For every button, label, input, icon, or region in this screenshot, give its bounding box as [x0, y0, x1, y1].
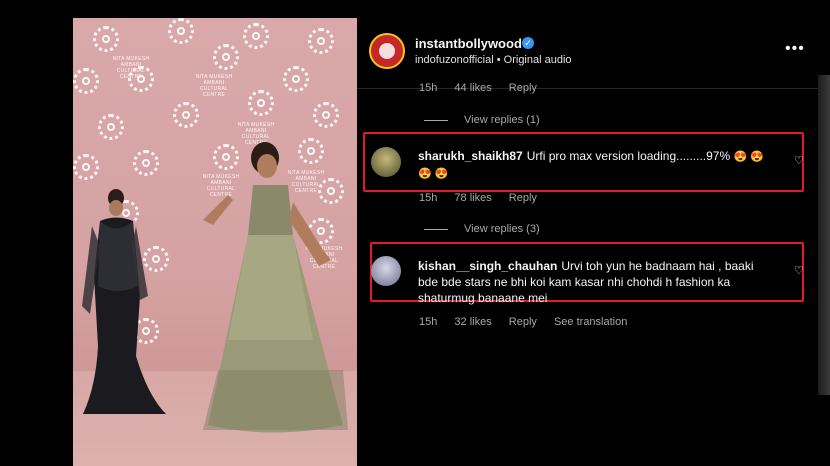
backdrop-logo-icon [283, 66, 309, 92]
comment-body: sharukh_shaikh87 Urfi pro max version loa… [418, 148, 788, 182]
comment-text: Urfi pro max version loading.........97% [526, 149, 731, 163]
reply-button[interactable]: Reply [509, 82, 537, 94]
post-header: instantbollywood ✓ indofuzonofficial • O… [357, 18, 822, 89]
comment-likes[interactable]: 44 likes [454, 82, 491, 94]
comment-meta: 15h 32 likes Reply See translation [419, 316, 641, 328]
reply-button[interactable]: Reply [509, 316, 537, 328]
comment-time: 15h [419, 82, 438, 94]
post-username[interactable]: instantbollywood [415, 36, 522, 51]
backdrop-venue-text: NITA MUKESH AMBANI CULTURAL CENTRE [112, 56, 150, 80]
person-black-gown [82, 189, 166, 414]
comment-time: 15h [419, 192, 438, 204]
view-replies-button[interactable]: View replies (3) [424, 223, 540, 235]
emoji-text: 😍 😍 [733, 151, 764, 163]
backdrop-logo-icon [173, 102, 199, 128]
comment-body: kishan__singh_chauhan Urvi toh yun he bad… [418, 258, 793, 306]
like-heart-icon[interactable]: ♡ [794, 264, 804, 277]
backdrop-logo-icon [73, 68, 99, 94]
view-replies-button[interactable]: View replies (1) [424, 114, 540, 126]
comment-text: bde bde stars ne bhi koi kam kasar nhi c… [418, 275, 731, 289]
comment-time: 15h [419, 316, 438, 328]
comment-username[interactable]: kishan__singh_chauhan [418, 259, 557, 273]
backdrop-logo-icon [133, 150, 159, 176]
reply-button[interactable]: Reply [509, 192, 537, 204]
backdrop-logo-icon [313, 102, 339, 128]
backdrop-logo-icon [93, 26, 119, 52]
background-page-edge [818, 75, 830, 395]
backdrop-logo-icon [243, 23, 269, 49]
view-replies-label: View replies (1) [464, 114, 540, 126]
comment-meta: 15h 44 likes Reply [419, 82, 551, 94]
emoji-text: 😍 😍 [418, 168, 449, 180]
divider-line [424, 119, 448, 121]
view-replies-label: View replies (3) [464, 223, 540, 235]
comment-text: Urvi toh yun he badnaam hai , baaki [561, 259, 754, 273]
commenter-avatar[interactable] [371, 147, 401, 177]
backdrop-venue-text: NITA MUKESH AMBANI CULTURAL CENTRE [195, 74, 233, 98]
comment-text: shaturmug banaane mei [418, 291, 548, 305]
see-translation-link[interactable]: See translation [554, 316, 627, 328]
more-options-icon[interactable]: ••• [785, 40, 805, 58]
backdrop-logo-icon [248, 90, 274, 116]
post-media-image[interactable]: NITA MUKESH AMBANI CULTURAL CENTRE NITA … [73, 18, 357, 466]
backdrop-logo-icon [168, 18, 194, 44]
profile-avatar[interactable] [369, 33, 405, 69]
audio-attribution[interactable]: indofuzonofficial • Original audio [415, 54, 572, 66]
comment-likes[interactable]: 78 likes [454, 192, 491, 204]
comment-username[interactable]: sharukh_shaikh87 [418, 149, 523, 163]
comment-likes[interactable]: 32 likes [454, 316, 491, 328]
divider-line [424, 228, 448, 230]
comment-meta: 15h 78 likes Reply [419, 192, 551, 204]
like-heart-icon[interactable]: ♡ [794, 154, 804, 167]
backdrop-logo-icon [213, 44, 239, 70]
comments-panel: instantbollywood ✓ indofuzonofficial • O… [357, 18, 822, 466]
person-silver-gown [203, 142, 348, 433]
verified-badge-icon: ✓ [522, 37, 534, 49]
backdrop-logo-icon [73, 154, 99, 180]
backdrop-logo-icon [98, 114, 124, 140]
commenter-avatar[interactable] [371, 256, 401, 286]
backdrop-logo-icon [308, 28, 334, 54]
